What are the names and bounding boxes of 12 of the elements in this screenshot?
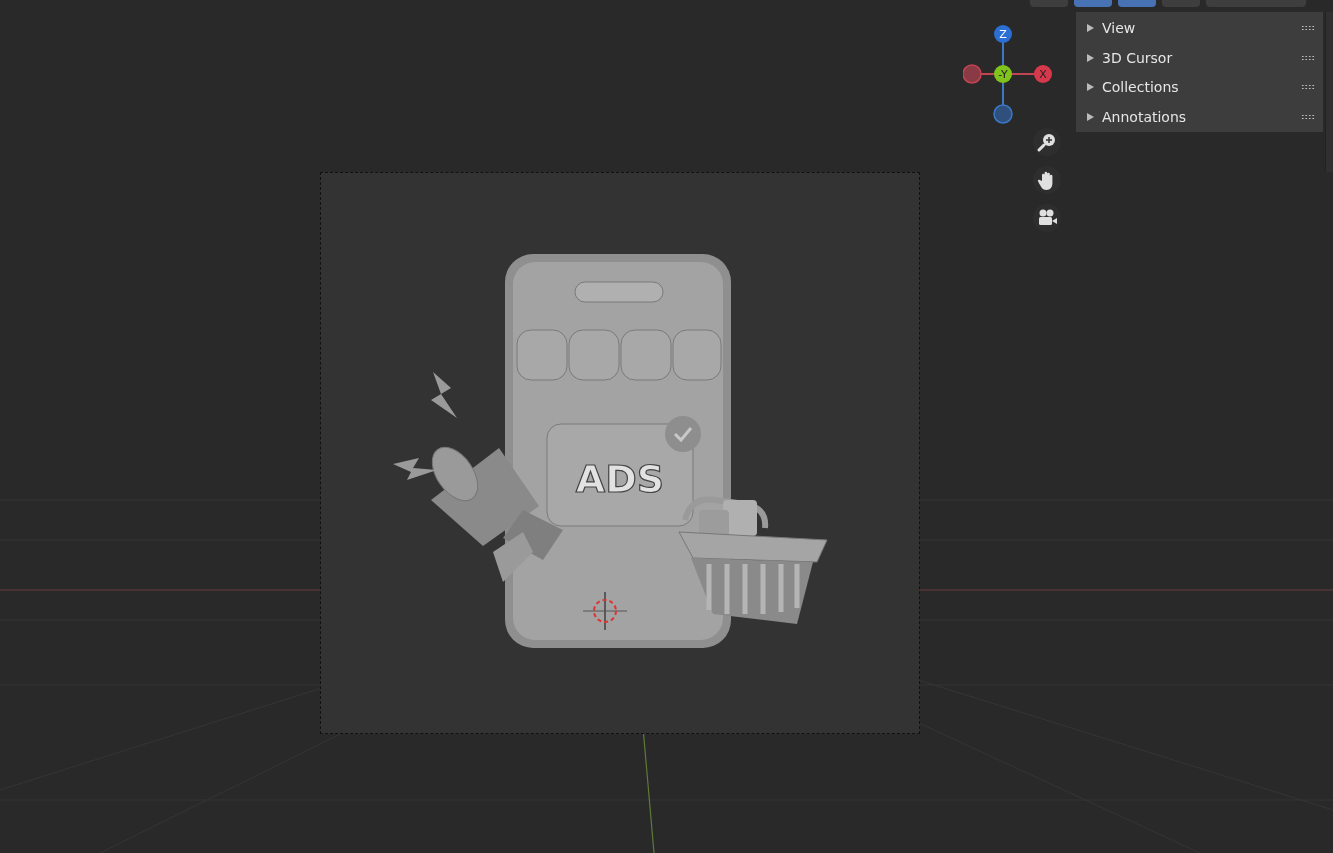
panel-header[interactable]: Collections (1076, 72, 1323, 103)
toggle-button[interactable] (1074, 0, 1112, 7)
panel-header[interactable]: View (1076, 13, 1323, 43)
axis-gizmo-drawing[interactable] (963, 25, 1052, 124)
embossed-model-text: ADS (575, 457, 665, 501)
toggle-button[interactable] (1118, 0, 1156, 7)
3d-cursor-icon (582, 591, 628, 631)
panel-header[interactable]: Annotations (1076, 102, 1323, 132)
panel-header[interactable]: 3D Cursor (1076, 42, 1323, 73)
axis-label: Z (999, 28, 1007, 41)
axis-label: -Y (998, 68, 1008, 81)
axis-label: X (1039, 68, 1047, 81)
